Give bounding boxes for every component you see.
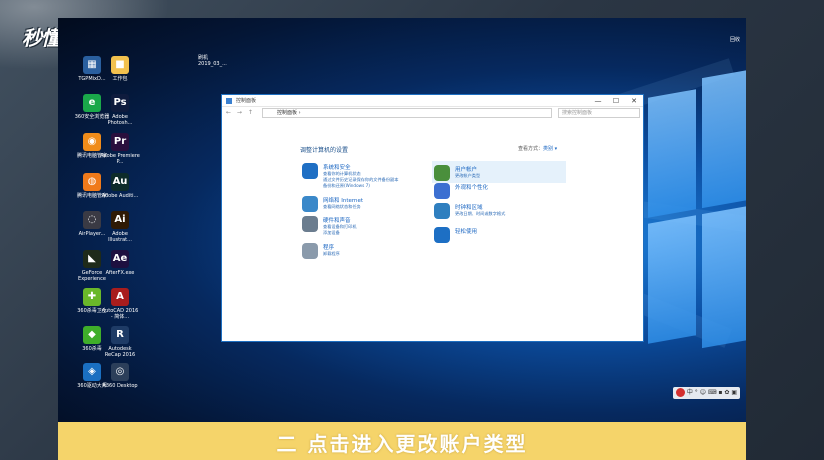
- desktop-icon-label: Autodesk ReCap 2016: [104, 346, 136, 358]
- desktop-icon-label: AfterFX.exe: [105, 270, 135, 276]
- recycle-bin-label: 回收: [730, 37, 741, 43]
- category-title[interactable]: 程序: [323, 243, 334, 251]
- desktop-icon-label: Adobe Photosh...: [107, 114, 133, 126]
- desktop-icon-label: AutoCAD 2016 - 简体...: [101, 308, 139, 320]
- desktop-icon[interactable]: Pr Adobe Premiere P...: [100, 133, 140, 165]
- app-icon: ◈: [83, 363, 101, 381]
- desktop-screen: 刷机 2019_03_... 回收 ▦ TGPMixD... ■ 工作包 e 360安全浏…: [58, 18, 746, 422]
- app-icon: ✚: [83, 288, 101, 306]
- page-heading: 调整计算机的设置: [300, 147, 349, 154]
- view-by[interactable]: 查看方式：类别 ▾: [518, 145, 557, 152]
- address-bar[interactable]: 控制面板 ›: [262, 108, 552, 118]
- category-icon: [302, 163, 318, 179]
- system-tray[interactable]: 中 ° ☺ ⌨ ▪ ✿ ▣: [672, 387, 740, 399]
- category-link[interactable]: 查看网络状态和任务: [323, 204, 361, 210]
- app-icon: ◎: [111, 363, 129, 381]
- category-icon: [302, 243, 318, 259]
- category-title[interactable]: 轻松使用: [455, 227, 477, 235]
- hover-highlight: [432, 161, 566, 183]
- view-by-dropdown[interactable]: 类别 ▾: [543, 146, 557, 152]
- desktop-icon[interactable]: Ps Adobe Photosh...: [100, 94, 140, 126]
- search-input[interactable]: 搜索控制面板: [558, 108, 640, 118]
- maximize-button[interactable]: ☐: [608, 95, 624, 107]
- desktop-icon[interactable]: A AutoCAD 2016 - 简体...: [100, 288, 140, 320]
- control-panel-window[interactable]: 控制面板 — ☐ ✕ ← → ↑ 控制面板 › 搜索控制面板 调整计算机的设置 …: [221, 94, 644, 342]
- desktop-icon-label: A360 Desktop: [102, 383, 138, 389]
- app-icon: Ae: [111, 250, 129, 268]
- app-icon: ▦: [83, 56, 101, 74]
- desktop-icon[interactable]: ◎ A360 Desktop: [100, 363, 140, 389]
- category-title[interactable]: 网络和 Internet: [323, 196, 363, 204]
- app-icon: ◆: [83, 326, 101, 344]
- category-link[interactable]: 添加设备: [323, 230, 340, 236]
- desktop-icon-label: Adobe Premiere P...: [100, 153, 140, 165]
- category-title[interactable]: 用户帐户: [455, 165, 477, 173]
- desktop-icon-label: Adobe Auditi...: [101, 193, 139, 199]
- close-button[interactable]: ✕: [626, 95, 642, 107]
- control-panel-icon: [226, 98, 232, 104]
- category-icon: [302, 196, 318, 212]
- category-icon: [434, 227, 450, 243]
- category-title[interactable]: 硬件和声音: [323, 216, 351, 224]
- category-link[interactable]: 更改帐户类型: [455, 173, 480, 179]
- app-icon: Ps: [111, 94, 129, 112]
- category-icon: [302, 216, 318, 232]
- category-link[interactable]: 备份和还原(Windows 7): [323, 183, 370, 189]
- title-bar[interactable]: 控制面板 — ☐ ✕: [222, 95, 643, 107]
- app-icon: ◍: [83, 173, 101, 191]
- category-icon: [434, 183, 450, 199]
- app-icon: ◣: [83, 250, 101, 268]
- clip-date: 2019_03_...: [198, 61, 227, 67]
- address-row: ← → ↑ 控制面板 › 搜索控制面板: [222, 107, 643, 119]
- desktop-icon[interactable]: ■ 工作包: [100, 56, 140, 82]
- app-icon: ◉: [83, 133, 101, 151]
- caption-bar: 二 点击进入更改账户类型: [58, 422, 746, 460]
- app-icon: e: [83, 94, 101, 112]
- desktop-icon[interactable]: R Autodesk ReCap 2016: [100, 326, 140, 358]
- category-icon: [434, 165, 450, 181]
- desktop-icon[interactable]: Ai Adobe Illustrat...: [100, 211, 140, 243]
- desktop-icon[interactable]: Ae AfterFX.exe: [100, 250, 140, 276]
- view-by-label: 查看方式：: [518, 146, 544, 152]
- category-icon: [434, 203, 450, 219]
- windows-logo-icon: [648, 68, 746, 357]
- nav-buttons[interactable]: ← → ↑: [226, 109, 255, 116]
- minimize-button[interactable]: —: [590, 95, 606, 107]
- category-title[interactable]: 系统和安全: [323, 163, 351, 171]
- category-link[interactable]: 更改日期、时间或数字格式: [455, 211, 505, 217]
- tray-icons[interactable]: 中 ° ☺ ⌨ ▪ ✿ ▣: [687, 389, 737, 396]
- window-title: 控制面板: [236, 98, 257, 104]
- clip-info: 刷机 2019_03_...: [198, 54, 227, 67]
- app-icon: R: [111, 326, 129, 344]
- sogou-icon[interactable]: [675, 388, 685, 397]
- category-title[interactable]: 外观和个性化: [455, 183, 488, 191]
- app-icon: Pr: [111, 133, 129, 151]
- desktop-icon-label: Adobe Illustrat...: [108, 231, 132, 243]
- app-icon: ■: [111, 56, 129, 74]
- desktop-icon-label: 工作包: [112, 76, 128, 82]
- app-icon: Au: [111, 173, 129, 191]
- app-icon: Ai: [111, 211, 129, 229]
- app-icon: ◌: [83, 211, 101, 229]
- category-link[interactable]: 卸载程序: [323, 251, 340, 257]
- category-title[interactable]: 时钟和区域: [455, 203, 483, 211]
- caption-text: 二 点击进入更改账户类型: [276, 432, 528, 456]
- desktop-icon[interactable]: Au Adobe Auditi...: [100, 173, 140, 199]
- app-icon: A: [111, 288, 129, 306]
